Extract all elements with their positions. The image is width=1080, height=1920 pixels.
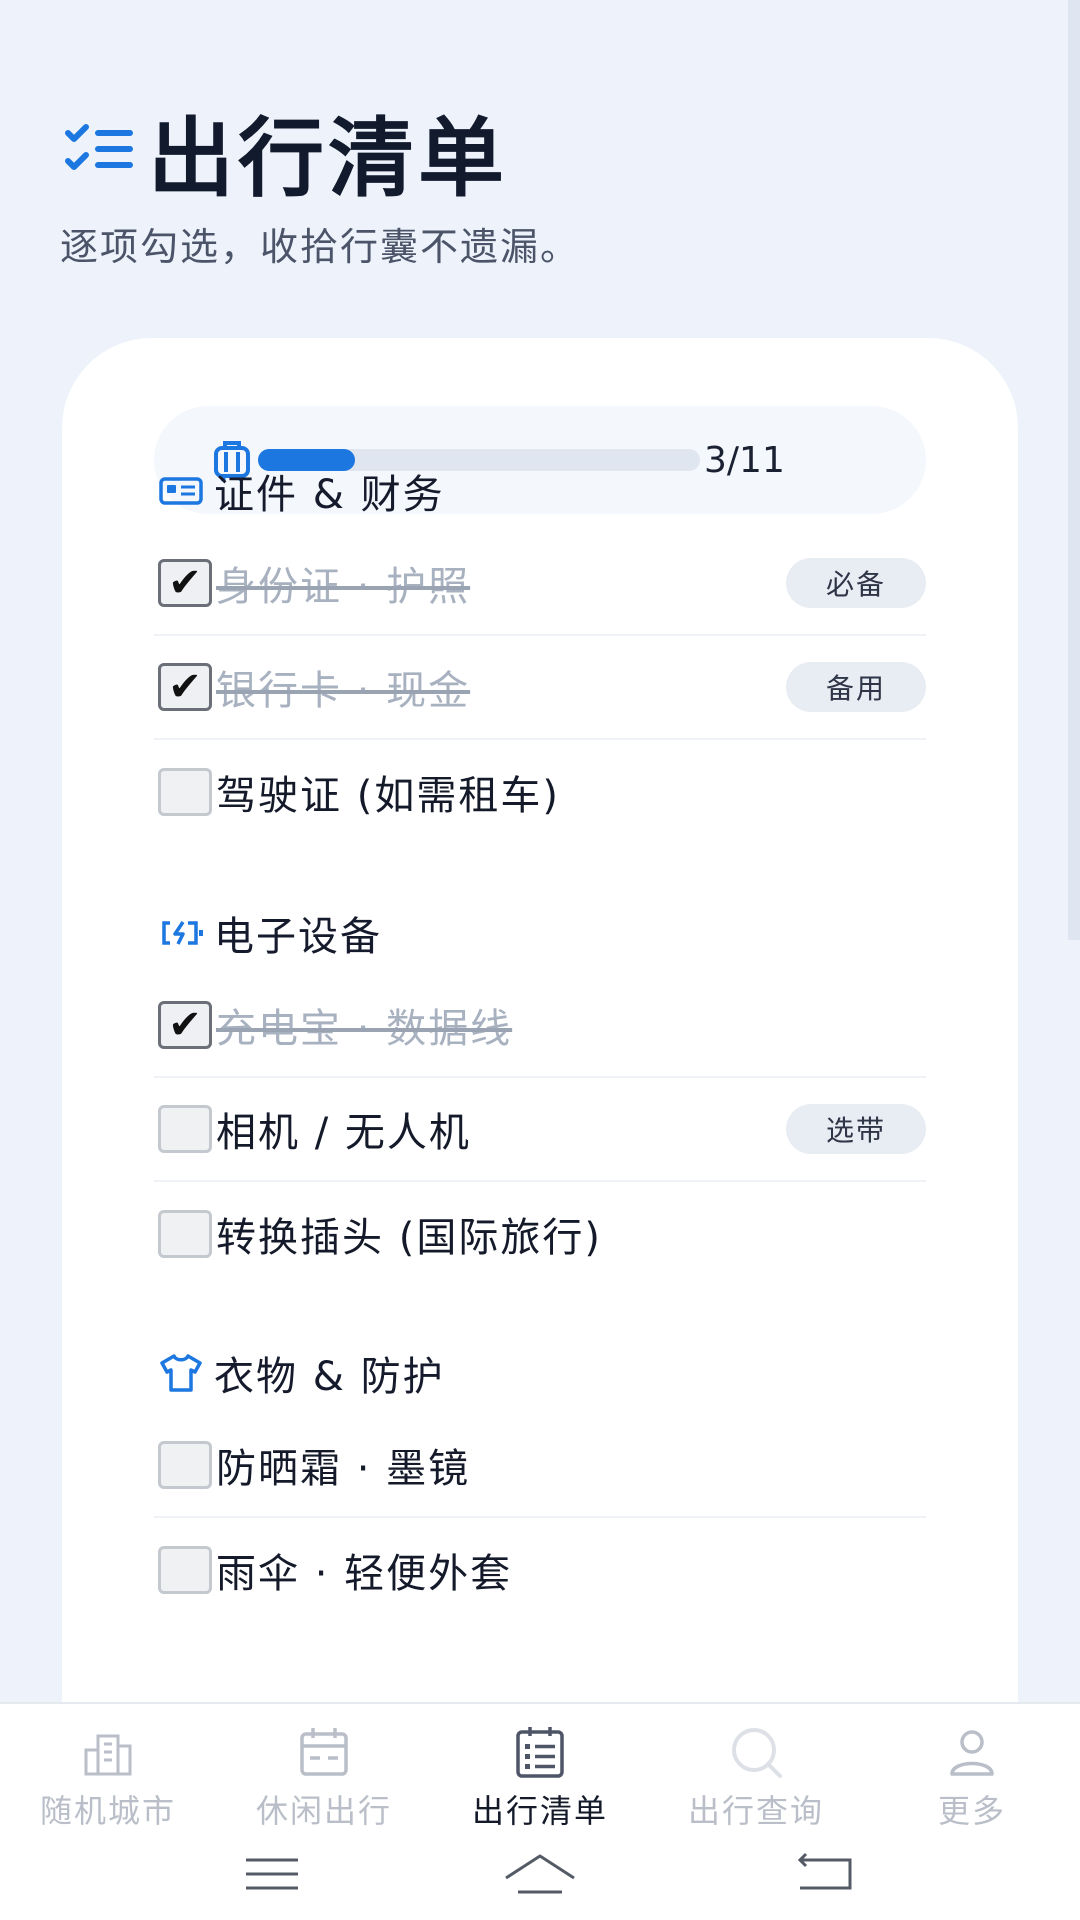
checklist-card: 3/11 证件 & 财务 ✔ 身份证 · 护照 必备 ✔ 银行卡 · 现金 备用… — [62, 338, 1018, 1738]
checkbox[interactable]: ✔ — [158, 1001, 212, 1049]
tab-label: 出行清单 — [471, 1792, 608, 1830]
item-label: 相机 / 无人机 — [216, 1110, 471, 1156]
system-nav-bar — [0, 1832, 1080, 1920]
section-title-label: 衣物 & 防护 — [214, 1354, 445, 1400]
checkbox[interactable] — [158, 1105, 212, 1153]
tab-random-city[interactable]: 随机城市 — [0, 1724, 216, 1834]
progress-count: 3/11 — [704, 439, 785, 481]
item-label: 防晒霜 · 墨镜 — [216, 1446, 471, 1492]
item-label: 身份证 · 护照 — [216, 564, 471, 610]
id-card-icon — [159, 477, 203, 505]
checkbox[interactable] — [158, 1441, 212, 1489]
tab-label: 出行查询 — [687, 1792, 824, 1830]
checkbox[interactable] — [158, 1546, 212, 1594]
tab-trip-query[interactable]: 出行查询 — [648, 1724, 864, 1834]
tab-checklist[interactable]: 出行清单 — [432, 1724, 648, 1834]
section-title-documents: 证件 & 财务 — [158, 462, 445, 520]
tab-label: 休闲出行 — [255, 1792, 392, 1830]
list-item[interactable]: 雨伞 · 轻便外套 — [154, 1518, 926, 1622]
list-item[interactable]: ✔ 银行卡 · 现金 备用 — [154, 636, 926, 740]
checkbox[interactable] — [158, 768, 212, 816]
item-tag: 选带 — [786, 1104, 926, 1154]
checklist-icon — [65, 123, 133, 170]
section-title-clothing: 衣物 & 防护 — [158, 1344, 445, 1402]
item-label: 雨伞 · 轻便外套 — [216, 1551, 513, 1597]
list-item[interactable]: 防晒霜 · 墨镜 — [154, 1414, 926, 1518]
section-title-label: 电子设备 — [214, 914, 382, 960]
item-label: 驾驶证 (如需租车) — [216, 773, 560, 819]
back-icon[interactable] — [784, 1846, 864, 1902]
section-title-electronics: 电子设备 — [158, 904, 382, 962]
checkbox[interactable]: ✔ — [158, 559, 212, 607]
item-tag: 备用 — [786, 662, 926, 712]
list-item[interactable]: 转换插头 (国际旅行) — [154, 1182, 926, 1286]
tab-label: 更多 — [937, 1792, 1006, 1830]
checkbox[interactable]: ✔ — [158, 663, 212, 711]
menu-icon[interactable] — [232, 1846, 312, 1902]
list-item[interactable]: ✔ 充电宝 · 数据线 — [154, 974, 926, 1078]
list-item[interactable]: ✔ 身份证 · 护照 必备 — [154, 532, 926, 636]
page-scrollbar[interactable] — [1068, 0, 1080, 940]
item-label: 转换插头 (国际旅行) — [216, 1215, 602, 1261]
item-tag: 必备 — [786, 558, 926, 608]
tab-leisure-trip[interactable]: 休闲出行 — [216, 1724, 432, 1834]
item-label: 充电宝 · 数据线 — [216, 1006, 513, 1052]
page-title: 出行清单 — [148, 109, 508, 209]
user-icon — [950, 1730, 994, 1776]
checkbox[interactable] — [158, 1210, 212, 1258]
city-icon — [84, 1734, 132, 1776]
search-icon — [732, 1728, 782, 1778]
calendar-icon — [300, 1728, 348, 1776]
shirt-icon — [160, 1354, 202, 1392]
section-title-label: 证件 & 财务 — [214, 472, 445, 518]
page-subtitle: 逐项勾选，收拾行囊不遗漏。 — [60, 225, 581, 269]
tab-more[interactable]: 更多 — [864, 1724, 1080, 1834]
list-item[interactable]: 相机 / 无人机 选带 — [154, 1078, 926, 1182]
page-header: 出行清单 — [62, 88, 508, 213]
battery-charging-icon — [162, 921, 203, 945]
list-item[interactable]: 驾驶证 (如需租车) — [154, 740, 926, 844]
item-label: 银行卡 · 现金 — [216, 668, 471, 714]
tab-label: 随机城市 — [39, 1792, 176, 1830]
home-icon[interactable] — [500, 1846, 580, 1902]
checklist-board-icon — [516, 1727, 564, 1778]
